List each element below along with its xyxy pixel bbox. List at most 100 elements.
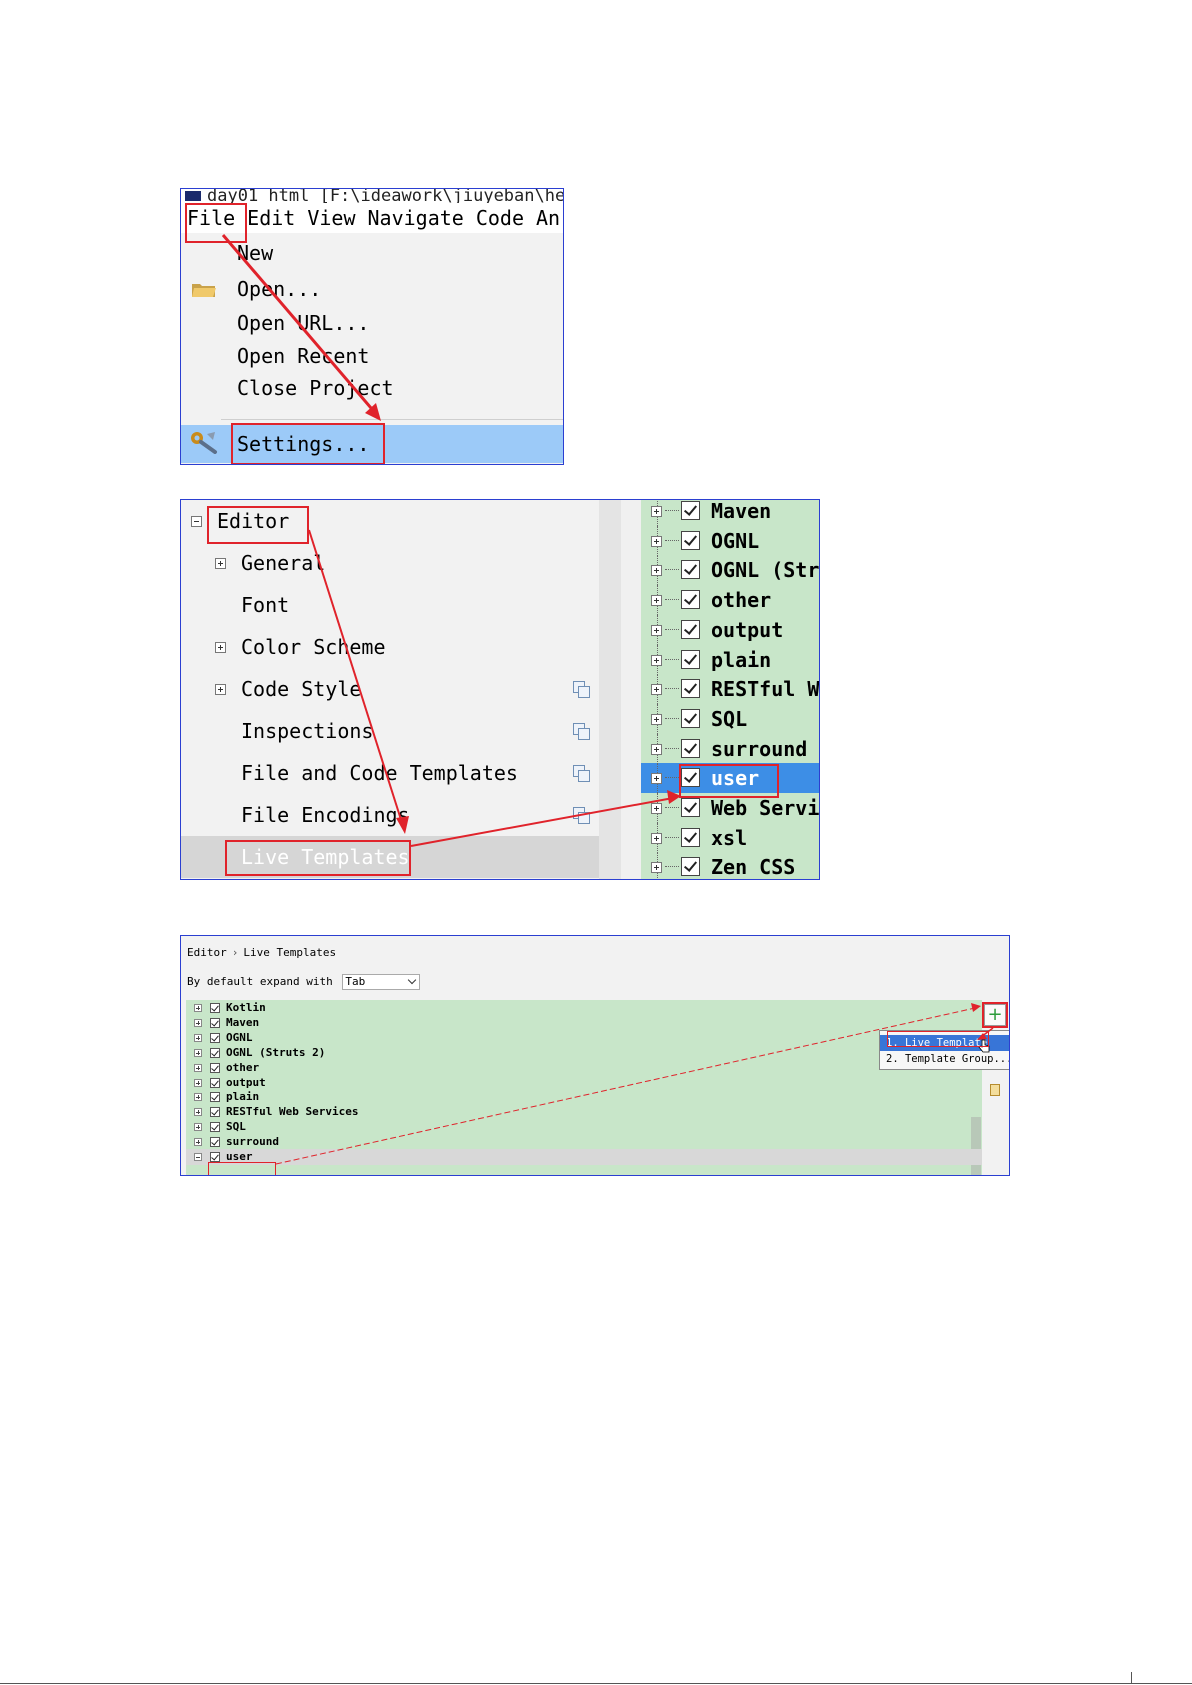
tree-item-code-style[interactable]: Code Style [181,668,599,710]
group-checkbox[interactable] [681,798,700,817]
group-checkbox[interactable] [681,560,700,580]
expand-icon[interactable] [651,565,662,577]
template-group-row[interactable]: Zen CSS [641,852,819,879]
template-group-row[interactable]: xsl [641,822,819,853]
tree-item-font[interactable]: Font [181,584,599,626]
group-checkbox[interactable] [210,1032,220,1043]
group-checkbox[interactable] [681,768,700,788]
group-checkbox[interactable] [210,1092,220,1103]
template-group-row[interactable]: output [641,614,819,645]
group-checkbox[interactable] [210,1152,220,1162]
template-group-row[interactable]: plain [641,644,819,675]
tree-item-editor[interactable]: Editor [181,500,599,542]
group-checkbox[interactable] [681,857,700,877]
group-checkbox[interactable] [210,1137,220,1148]
expand-icon[interactable] [651,832,662,844]
template-group-row[interactable]: SQL [641,703,819,734]
add-button[interactable]: + [984,1004,1006,1026]
template-group-row[interactable]: Maven [641,500,819,526]
group-checkbox[interactable] [210,1062,220,1073]
group-checkbox[interactable] [210,1107,220,1118]
expand-icon[interactable] [651,506,662,517]
expand-icon[interactable] [194,1033,202,1042]
template-group-row[interactable]: OGNL (Str [641,555,819,586]
tree-item-general[interactable]: General [181,542,599,584]
expand-icon[interactable] [194,1048,202,1057]
template-group-row[interactable]: plain [186,1089,983,1105]
expand-icon[interactable] [651,624,662,636]
group-checkbox[interactable] [681,501,700,520]
template-group-row[interactable]: surround [186,1134,983,1150]
group-checkbox[interactable] [681,530,700,550]
tree-item-color-scheme[interactable]: Color Scheme [181,626,599,668]
expand-icon[interactable] [194,1138,202,1147]
menu-item-open-recent[interactable]: Open Recent [181,340,563,372]
expand-icon[interactable] [215,558,226,569]
menu-analyze[interactable]: An [530,203,563,233]
group-checkbox[interactable] [681,649,700,669]
expand-icon[interactable] [651,595,662,607]
menu-item-settings[interactable]: Settings... [181,425,563,463]
expand-icon[interactable] [651,862,662,874]
template-group-row[interactable]: RESTful Web Services [186,1104,983,1120]
tree-scrollbar[interactable] [599,500,621,879]
expand-icon[interactable] [194,1063,202,1072]
expand-icon[interactable] [215,642,226,653]
group-checkbox[interactable] [210,1047,220,1058]
template-group-row[interactable]: other [186,1060,983,1076]
expand-icon[interactable] [215,684,226,695]
template-group-row[interactable]: OGNL (Struts 2) [186,1045,983,1061]
template-group-row[interactable]: user [186,1149,983,1165]
expand-icon[interactable] [194,1004,202,1012]
menu-navigate[interactable]: Navigate [362,203,470,233]
tree-item-file-encodings[interactable]: File Encodings [181,794,599,836]
expand-icon[interactable] [651,654,662,666]
menu-item-close-project[interactable]: Close Project [181,372,563,404]
menu-item-open-url[interactable]: Open URL... [181,307,563,339]
group-checkbox[interactable] [681,827,700,847]
expand-icon[interactable] [194,1018,202,1027]
template-group-row[interactable]: user [641,763,819,794]
group-checkbox[interactable] [210,1077,220,1088]
group-checkbox[interactable] [681,679,700,699]
group-checkbox[interactable] [681,738,700,758]
breadcrumb-editor[interactable]: Editor [187,946,227,959]
template-group-row[interactable]: Web Servi [641,793,819,823]
group-checkbox[interactable] [681,708,700,728]
group-checkbox[interactable] [210,1122,220,1133]
menu-item-open[interactable]: Open... [181,273,563,305]
template-group-row[interactable]: surround [641,733,819,764]
group-checkbox[interactable] [210,1003,220,1013]
group-checkbox[interactable] [210,1017,220,1028]
expand-icon[interactable] [651,535,662,547]
tree-item-live-templates[interactable]: Live Templates [181,836,599,878]
popup-item-template-group[interactable]: 2. Template Group... [880,1051,1009,1067]
expand-icon[interactable] [651,713,662,725]
template-group-row[interactable]: RESTful W [641,674,819,705]
menu-view[interactable]: View [301,203,361,233]
tree-item-inspections[interactable]: Inspections [181,710,599,752]
expand-icon[interactable] [651,803,662,814]
expand-icon[interactable] [651,773,662,785]
tree-item-file-and-code-templates[interactable]: File and Code Templates [181,752,599,794]
collapse-icon[interactable] [191,516,202,527]
menu-edit[interactable]: Edit [241,203,301,233]
template-group-row[interactable]: Kotlin [186,1000,983,1016]
group-checkbox[interactable] [681,619,700,639]
expand-with-select[interactable]: Tab [342,974,421,990]
expand-icon[interactable] [194,1093,202,1102]
template-group-row[interactable]: SQL [186,1119,983,1135]
template-group-row[interactable]: output [186,1075,983,1091]
collapse-icon[interactable] [194,1153,202,1161]
template-group-row[interactable]: OGNL [186,1030,983,1046]
menu-item-new[interactable]: New [181,237,563,269]
expand-icon[interactable] [651,684,662,696]
template-group-row[interactable]: Maven [186,1015,983,1031]
expand-icon[interactable] [651,743,662,755]
expand-icon[interactable] [194,1108,202,1117]
menu-file[interactable]: File [181,203,241,233]
expand-icon[interactable] [194,1078,202,1087]
expand-icon[interactable] [194,1123,202,1132]
template-group-row[interactable]: other [641,585,819,616]
template-group-row[interactable]: OGNL [641,525,819,556]
